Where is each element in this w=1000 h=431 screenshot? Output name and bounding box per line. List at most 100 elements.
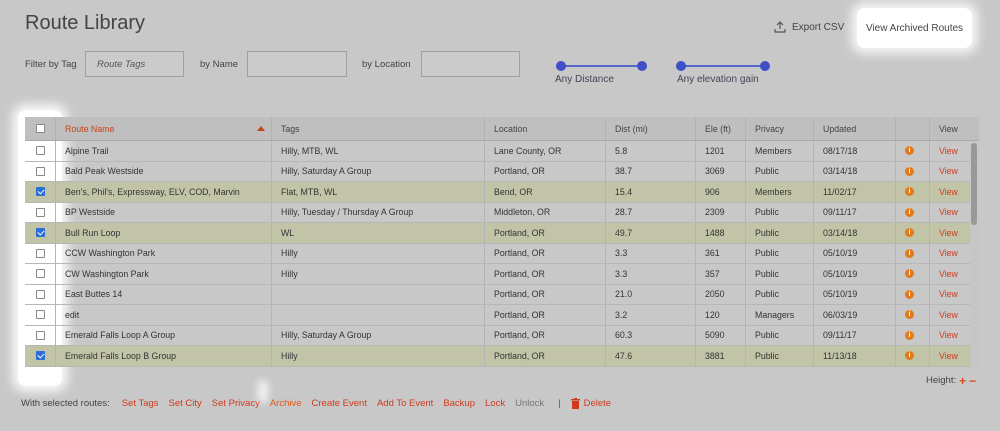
- select-cell: [25, 223, 55, 243]
- distance-min-handle[interactable]: [556, 61, 566, 71]
- elevation-min-handle[interactable]: [676, 61, 686, 71]
- info-icon[interactable]: i: [905, 228, 914, 238]
- info-icon[interactable]: i: [905, 330, 914, 340]
- minus-icon[interactable]: −: [969, 375, 976, 387]
- distance-slider[interactable]: [556, 61, 647, 71]
- info-icon[interactable]: i: [905, 146, 914, 156]
- privacy-cell-text: Public: [755, 289, 779, 300]
- table-row[interactable]: East Buttes 14 Portland, OR 21.0 2050 Public…: [25, 284, 979, 305]
- ele-cell-text: 3881: [705, 350, 725, 361]
- view-archived-routes-button[interactable]: View Archived Routes: [857, 8, 972, 48]
- row-checkbox[interactable]: [35, 228, 45, 238]
- add-to-event-action[interactable]: Add To Event: [377, 398, 433, 409]
- row-checkbox[interactable]: [35, 269, 45, 279]
- row-checkbox[interactable]: [35, 187, 45, 197]
- dist-cell-text: 3.3: [615, 248, 628, 259]
- view-link[interactable]: View: [939, 146, 958, 156]
- table-scrollbar[interactable]: [970, 141, 979, 370]
- elevation-slider[interactable]: [676, 61, 770, 71]
- view-link[interactable]: View: [939, 310, 958, 320]
- table-scrollbar-thumb[interactable]: [971, 143, 977, 225]
- column-header-privacy[interactable]: Privacy: [745, 117, 813, 140]
- column-header-name[interactable]: Route Name: [55, 117, 271, 140]
- info-icon[interactable]: i: [905, 269, 914, 279]
- set-city-action[interactable]: Set City: [169, 398, 202, 409]
- table-row[interactable]: Emerald Falls Loop A Group Hilly, Saturda…: [25, 325, 979, 346]
- lock-action[interactable]: Lock: [485, 398, 505, 409]
- archive-action[interactable]: Archive: [270, 398, 302, 409]
- table-row[interactable]: Alpine Trail Hilly, MTB, WL Lane County, O…: [25, 141, 979, 162]
- table-row[interactable]: Emerald Falls Loop B Group Hilly Portland,…: [25, 346, 979, 367]
- table-row[interactable]: Bull Run Loop WL Portland, OR 49.7 1488 Publi…: [25, 223, 979, 244]
- row-checkbox[interactable]: [35, 146, 45, 156]
- view-link[interactable]: View: [939, 351, 958, 361]
- dist-cell-text: 47.6: [615, 350, 633, 361]
- view-link[interactable]: View: [939, 207, 958, 217]
- export-csv-label: Export CSV: [792, 21, 845, 33]
- updated-cell: 09/11/17: [813, 325, 895, 345]
- row-checkbox[interactable]: [35, 310, 45, 320]
- view-link[interactable]: View: [939, 269, 958, 279]
- column-header-updated[interactable]: Updated: [813, 117, 895, 140]
- view-link[interactable]: View: [939, 248, 958, 258]
- table-row[interactable]: Ben's, Phil's, Expressway, ELV, COD, Mar…: [25, 182, 979, 203]
- column-header-ele[interactable]: Ele (ft): [695, 117, 745, 140]
- route-name-cell: Bald Peak Westside: [55, 161, 271, 181]
- view-link[interactable]: View: [939, 330, 958, 340]
- column-header-location[interactable]: Location: [484, 117, 605, 140]
- set-privacy-action[interactable]: Set Privacy: [212, 398, 260, 409]
- row-checkbox[interactable]: [35, 351, 45, 361]
- select-cell: [25, 182, 55, 202]
- info-icon[interactable]: i: [905, 248, 914, 258]
- info-icon[interactable]: i: [905, 166, 914, 176]
- location-cell: Portland, OR: [484, 243, 605, 263]
- select-cell: [25, 162, 55, 182]
- view-link[interactable]: View: [939, 228, 958, 238]
- view-link[interactable]: View: [939, 166, 958, 176]
- info-cell: i: [895, 141, 929, 161]
- view-link[interactable]: View: [939, 289, 958, 299]
- row-checkbox[interactable]: [35, 166, 45, 176]
- distance-max-handle[interactable]: [637, 61, 647, 71]
- info-icon[interactable]: i: [905, 310, 914, 320]
- privacy-cell-text: Managers: [755, 309, 795, 320]
- ele-cell-text: 3069: [705, 166, 725, 177]
- select-all-checkbox[interactable]: [35, 124, 45, 133]
- updated-cell-text: 03/14/18: [823, 166, 858, 177]
- row-checkbox[interactable]: [35, 330, 45, 340]
- name-filter-input[interactable]: [247, 51, 347, 77]
- row-checkbox[interactable]: [35, 289, 45, 299]
- dist-cell: 49.7: [605, 223, 695, 243]
- export-csv-button[interactable]: Export CSV: [774, 21, 844, 33]
- info-icon[interactable]: i: [905, 351, 914, 361]
- updated-cell: 09/11/17: [813, 202, 895, 222]
- route-name-cell-text: Bald Peak Westside: [65, 166, 144, 177]
- row-checkbox[interactable]: [35, 248, 45, 258]
- export-icon: [774, 21, 786, 33]
- create-event-action[interactable]: Create Event: [312, 398, 367, 409]
- table-row[interactable]: Bald Peak Westside Hilly, Saturday A Grou…: [25, 161, 979, 182]
- column-header-dist[interactable]: Dist (mi): [605, 117, 695, 140]
- route-tags-input[interactable]: Route Tags: [85, 51, 184, 77]
- table-row[interactable]: edit Portland, OR 3.2 120 Managers 06/03/19 i V…: [25, 305, 979, 326]
- column-header-tags[interactable]: Tags: [271, 117, 484, 140]
- table-row[interactable]: CCW Washington Park Hilly Portland, OR 3.3 3…: [25, 243, 979, 264]
- delete-action[interactable]: Delete: [570, 398, 611, 409]
- tags-cell: Hilly: [271, 264, 484, 284]
- ele-cell-text: 1488: [705, 227, 725, 238]
- route-name-cell-text: Bull Run Loop: [65, 227, 121, 238]
- elevation-max-handle[interactable]: [760, 61, 770, 71]
- backup-action[interactable]: Backup: [443, 398, 475, 409]
- info-icon[interactable]: i: [905, 289, 914, 299]
- info-icon[interactable]: i: [905, 207, 914, 217]
- row-checkbox[interactable]: [35, 207, 45, 217]
- unlock-action[interactable]: Unlock: [515, 398, 544, 409]
- view-link[interactable]: View: [939, 187, 958, 197]
- info-icon[interactable]: i: [905, 187, 914, 197]
- plus-icon[interactable]: +: [959, 375, 966, 387]
- height-control: Height: + −: [926, 375, 976, 387]
- location-filter-input[interactable]: [421, 51, 520, 77]
- table-row[interactable]: BP Westside Hilly, Tuesday / Thursday A G…: [25, 202, 979, 223]
- set-tags-action[interactable]: Set Tags: [122, 398, 159, 409]
- table-row[interactable]: CW Washington Park Hilly Portland, OR 3.3 35…: [25, 264, 979, 285]
